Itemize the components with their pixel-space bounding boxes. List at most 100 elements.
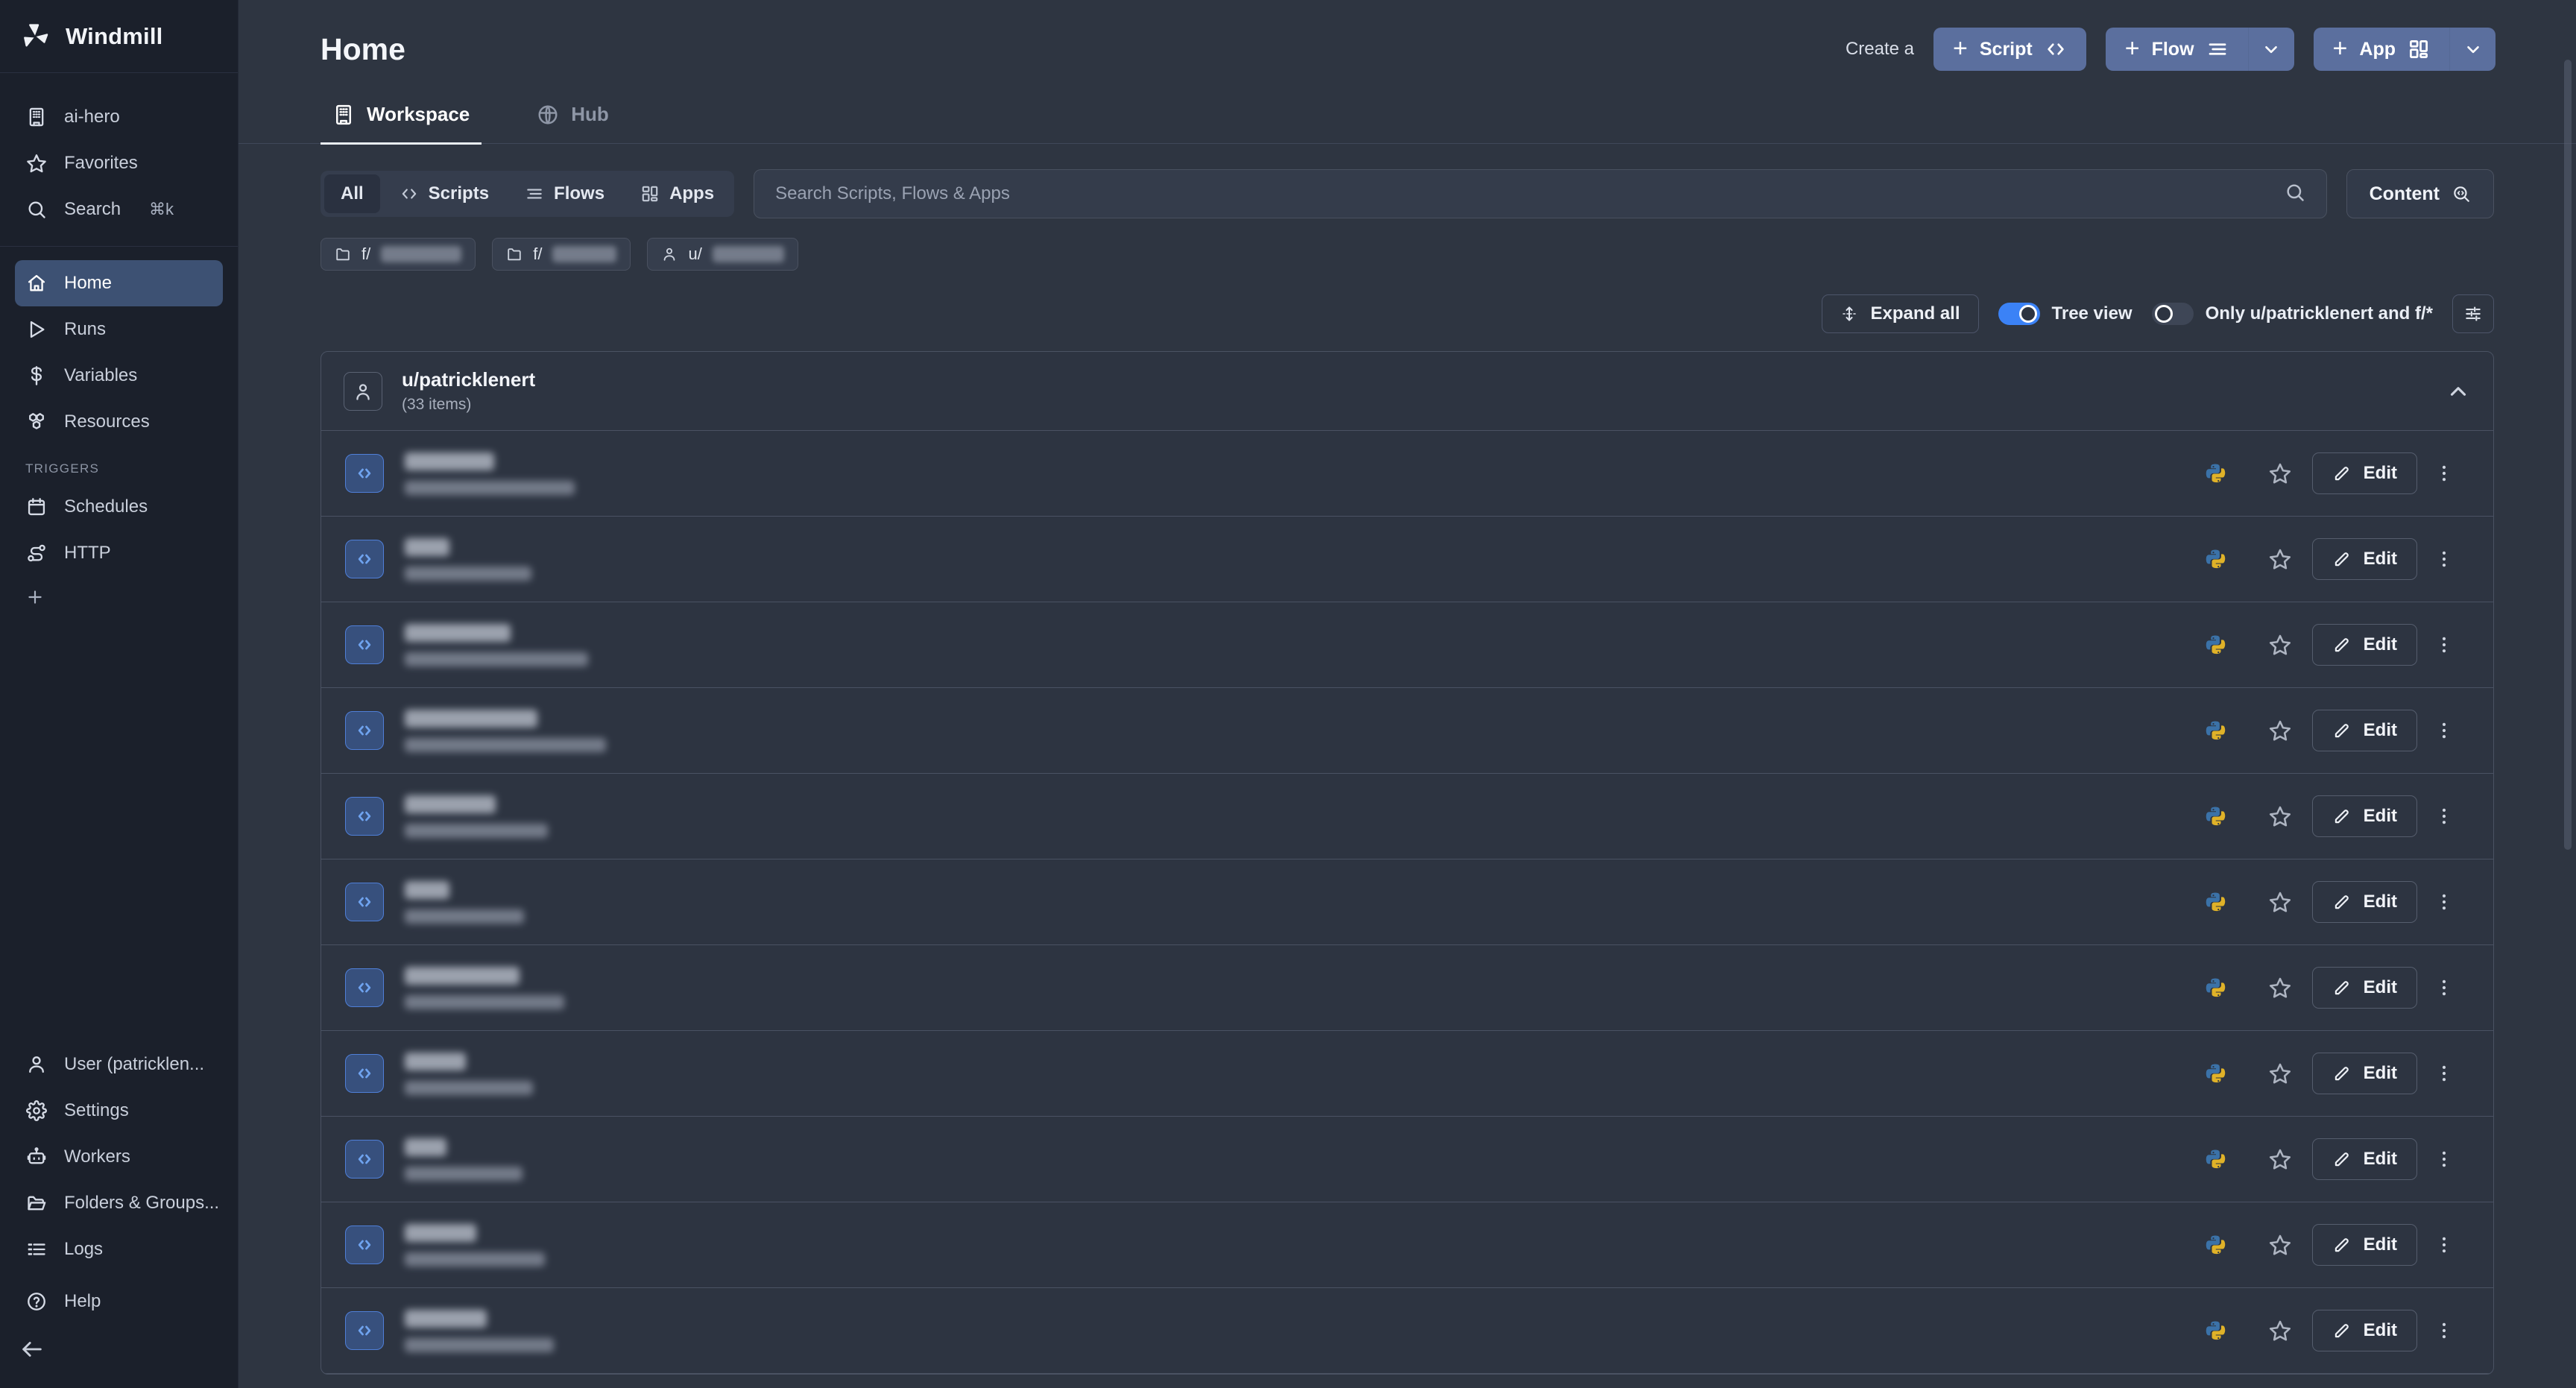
sidebar-item-runs[interactable]: Runs <box>15 306 223 353</box>
edit-button[interactable]: Edit <box>2311 538 2417 580</box>
row-menu-button[interactable] <box>2417 1063 2471 1084</box>
favorite-star-icon[interactable] <box>2248 1147 2312 1171</box>
brand[interactable]: Windmill <box>0 0 238 73</box>
favorite-star-icon[interactable] <box>2248 547 2312 571</box>
redacted-row-path <box>405 737 606 752</box>
grid-icon <box>642 186 658 202</box>
row-text <box>405 537 2184 581</box>
redacted-row-name <box>405 537 449 556</box>
sidebar-collapse-button[interactable] <box>0 1337 238 1388</box>
edit-button[interactable]: Edit <box>2311 452 2417 494</box>
edit-button[interactable]: Edit <box>2311 967 2417 1009</box>
edit-button[interactable]: Edit <box>2311 881 2417 923</box>
table-row[interactable]: Edit <box>321 1288 2493 1374</box>
expand-all-button[interactable]: Expand all <box>1822 294 1979 333</box>
row-menu-button[interactable] <box>2417 892 2471 912</box>
sidebar-item-home[interactable]: Home <box>15 260 223 306</box>
route-icon <box>25 542 48 564</box>
filter-all-label: All <box>341 183 364 204</box>
search-input[interactable] <box>775 183 2285 204</box>
favorite-star-icon[interactable] <box>2248 1319 2312 1343</box>
table-row[interactable]: Edit <box>321 859 2493 945</box>
row-menu-button[interactable] <box>2417 806 2471 827</box>
question-circle-icon <box>25 1290 48 1313</box>
create-flow-button[interactable]: + Flow <box>2105 28 2248 71</box>
edit-label: Edit <box>2363 977 2397 997</box>
only-user-switch[interactable] <box>2151 303 2194 325</box>
sidebar-item-resources[interactable]: Resources <box>15 399 223 445</box>
row-menu-button[interactable] <box>2417 1320 2471 1341</box>
favorite-star-icon[interactable] <box>2248 461 2312 485</box>
table-row[interactable]: Edit <box>321 517 2493 602</box>
filter-flows-button[interactable]: Flows <box>508 174 621 213</box>
redacted-row-path <box>405 1337 554 1352</box>
search-bar[interactable] <box>754 169 2327 218</box>
sidebar: Windmill ai-hero Favorites Search ⌘k Hom… <box>0 0 239 1388</box>
sidebar-item-favorites[interactable]: Favorites <box>15 140 223 186</box>
row-menu-button[interactable] <box>2417 1149 2471 1170</box>
edit-button[interactable]: Edit <box>2311 1053 2417 1094</box>
create-app-dropdown-button[interactable] <box>2449 28 2496 71</box>
sidebar-add-button[interactable] <box>15 576 223 618</box>
avatar <box>344 371 382 411</box>
filter-settings-button[interactable] <box>2452 294 2494 333</box>
folder-chip[interactable]: f/ <box>492 238 631 271</box>
sidebar-item-search[interactable]: Search ⌘k <box>15 186 223 233</box>
table-row[interactable]: Edit <box>321 945 2493 1031</box>
table-row[interactable]: Edit <box>321 1031 2493 1117</box>
row-text <box>405 795 2184 838</box>
group-header-user[interactable]: u/patricklenert (33 items) <box>321 352 2493 431</box>
row-menu-button[interactable] <box>2417 634 2471 655</box>
edit-button[interactable]: Edit <box>2311 1310 2417 1351</box>
favorite-star-icon[interactable] <box>2248 1061 2312 1085</box>
table-row[interactable]: Edit <box>321 602 2493 688</box>
create-flow-split-button: + Flow <box>2105 28 2294 71</box>
favorite-star-icon[interactable] <box>2248 719 2312 742</box>
create-flow-dropdown-button[interactable] <box>2247 28 2294 71</box>
row-menu-button[interactable] <box>2417 1234 2471 1255</box>
plus-icon: + <box>1953 34 1968 63</box>
edit-button[interactable]: Edit <box>2311 1224 2417 1266</box>
chevron-up-icon[interactable] <box>2446 379 2471 404</box>
row-menu-button[interactable] <box>2417 977 2471 998</box>
filter-scripts-button[interactable]: Scripts <box>383 174 505 213</box>
sidebar-item-schedules[interactable]: Schedules <box>15 484 223 530</box>
table-row[interactable]: Edit <box>321 774 2493 859</box>
sidebar-item-variables[interactable]: Variables <box>15 353 223 399</box>
edit-button[interactable]: Edit <box>2311 710 2417 751</box>
sidebar-item-folders-groups[interactable]: Folders & Groups... <box>15 1180 223 1226</box>
table-row[interactable]: Edit <box>321 1202 2493 1288</box>
folder-chip[interactable]: f/ <box>321 238 476 271</box>
filter-all-button[interactable]: All <box>324 174 380 213</box>
favorite-star-icon[interactable] <box>2248 804 2312 828</box>
edit-button[interactable]: Edit <box>2311 795 2417 837</box>
filter-apps-button[interactable]: Apps <box>624 174 730 213</box>
sidebar-item-user[interactable]: User (patricklen... <box>15 1041 223 1088</box>
sidebar-item-logs[interactable]: Logs <box>15 1226 223 1272</box>
sidebar-item-workers[interactable]: Workers <box>15 1134 223 1180</box>
table-row[interactable]: Edit <box>321 1117 2493 1202</box>
create-app-button[interactable]: + App <box>2313 28 2449 71</box>
sidebar-item-http[interactable]: HTTP <box>15 530 223 576</box>
favorite-star-icon[interactable] <box>2248 1233 2312 1257</box>
sidebar-item-workspace[interactable]: ai-hero <box>15 94 223 140</box>
row-menu-button[interactable] <box>2417 549 2471 570</box>
sidebar-item-settings[interactable]: Settings <box>15 1088 223 1134</box>
row-menu-button[interactable] <box>2417 463 2471 484</box>
table-row[interactable]: Edit <box>321 688 2493 774</box>
edit-button[interactable]: Edit <box>2311 1138 2417 1180</box>
content-button[interactable]: Content <box>2346 169 2494 218</box>
favorite-star-icon[interactable] <box>2248 633 2312 657</box>
tree-view-switch[interactable] <box>1998 303 2040 325</box>
tab-workspace[interactable]: Workspace <box>321 92 482 145</box>
create-script-button[interactable]: + Script <box>1933 28 2086 71</box>
sidebar-item-help[interactable]: Help <box>15 1278 223 1325</box>
favorite-star-icon[interactable] <box>2248 976 2312 1000</box>
table-row[interactable]: Edit <box>321 431 2493 517</box>
favorite-star-icon[interactable] <box>2248 890 2312 914</box>
tab-hub[interactable]: Hub <box>525 92 621 145</box>
vertical-scrollbar[interactable] <box>2564 60 2572 850</box>
user-chip[interactable]: u/ <box>647 238 798 271</box>
edit-button[interactable]: Edit <box>2311 624 2417 666</box>
row-menu-button[interactable] <box>2417 720 2471 741</box>
